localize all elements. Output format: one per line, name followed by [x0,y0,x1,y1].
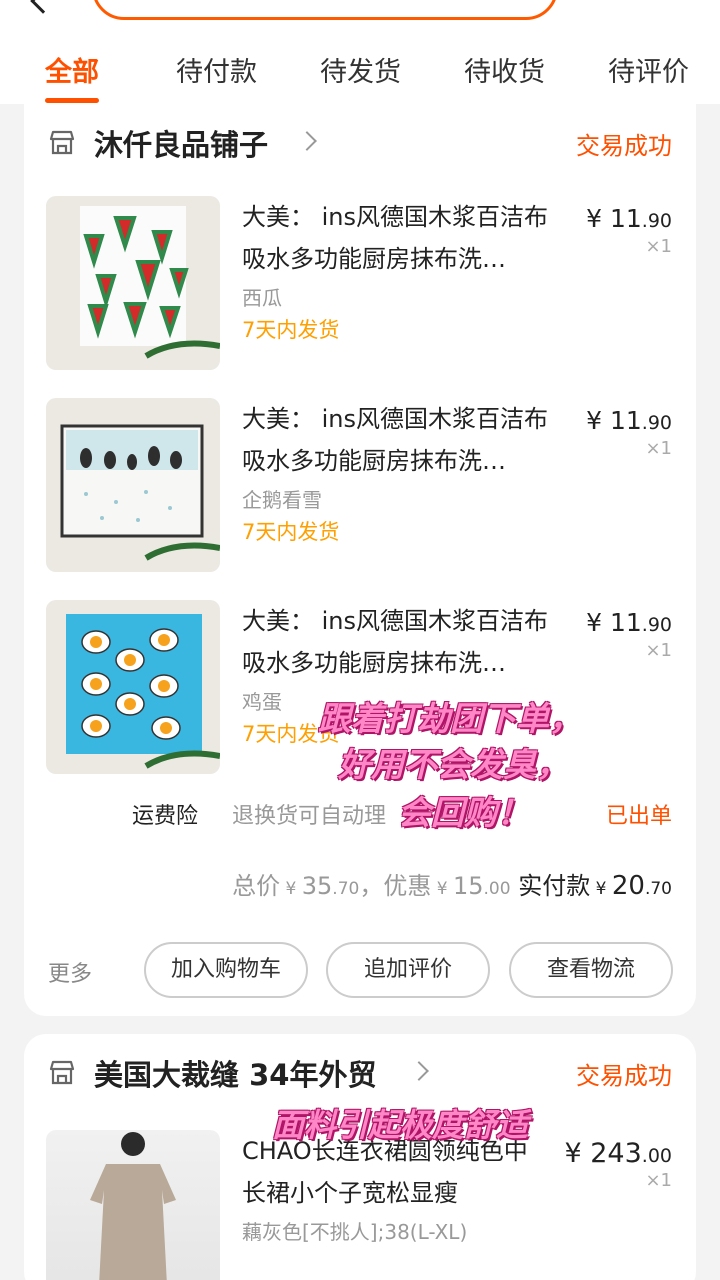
shop-name[interactable]: 美国大裁缝 34年外贸 [94,1052,376,1094]
product-image-dress[interactable] [46,1130,220,1280]
product-variant: 西瓜 [242,286,282,310]
active-tab-indicator [45,98,99,103]
tab-pending-shipment[interactable]: 待发货 [320,50,401,89]
product-price: ¥ 243.00 [564,1138,672,1169]
shop-icon [49,1060,75,1085]
search-input[interactable] [92,0,558,20]
product-variant: 藕灰色[不挑人];38(L-XL) [242,1220,468,1244]
tab-pending-receipt[interactable]: 待收货 [464,50,545,89]
product-image-watermelon[interactable] [46,196,220,370]
shipping-insurance-row[interactable]: 运费险 退换货可自动理 已出单 [24,794,696,834]
insurance-label: 运费险 [132,804,199,829]
order-card: 美国大裁缝 34年外贸 交易成功 CHAO长连衣裙圆领纯色中长裙小个子宽松显瘦 … [24,1034,696,1280]
product-quantity: ×1 [645,236,672,257]
product-image-penguins[interactable] [46,398,220,572]
shop-header[interactable]: 沐仟良品铺子 交易成功 [24,104,696,182]
product-price: ¥ 11.90 [586,406,672,435]
insurance-description: 退换货可自动理 [232,804,387,829]
product-price: ¥ 11.90 [586,608,672,637]
add-review-button[interactable]: 追加评价 [326,942,490,998]
view-logistics-button[interactable]: 查看物流 [509,942,673,998]
product-quantity: ×1 [645,1170,672,1191]
shipping-note: 7天内发货 [242,520,340,544]
tab-all[interactable]: 全部 [45,50,99,89]
product-title[interactable]: 大美： ins风德国木浆百洁布吸水多功能厨房抹布洗… [242,600,564,684]
order-card: 沐仟良品铺子 交易成功 大美： ins风德国木浆百洁布吸水多功能厨房抹布洗… 西… [24,104,696,1016]
tab-pending-review[interactable]: 待评价 [608,50,689,89]
order-item[interactable]: 大美： ins风德国木浆百洁布吸水多功能厨房抹布洗… 西瓜 7天内发货 ¥ 11… [24,196,696,372]
insurance-status: 已出单 [605,804,672,829]
order-status: 交易成功 [576,132,672,160]
order-status: 交易成功 [576,1062,672,1090]
order-total: 总价 ¥ 35.70，优惠 ¥ 15.00 实付款 ¥ 20.70 [232,871,672,901]
more-button[interactable]: 更多 [48,956,92,988]
overlay-caption: 面料引起极度舒适 [272,1106,529,1144]
tab-pending-payment[interactable]: 待付款 [176,50,257,89]
overlay-caption: 会回购！ [398,793,530,832]
shipping-note: 7天内发货 [242,318,340,342]
top-bar: 全部 待付款 待发货 待收货 待评价 [0,0,720,104]
product-variant: 鸡蛋 [242,690,282,714]
shop-name[interactable]: 沐仟良品铺子 [94,122,268,164]
order-item[interactable]: CHAO长连衣裙圆领纯色中长裙小个子宽松显瘦 藕灰色[不挑人];38(L-XL)… [24,1130,696,1280]
product-price: ¥ 11.90 [586,204,672,233]
chevron-right-icon [297,131,317,151]
product-variant: 企鹅看雪 [242,488,322,512]
order-tabs: 全部 待付款 待发货 待收货 待评价 [0,44,720,104]
product-quantity: ×1 [645,438,672,459]
product-image-eggs[interactable] [46,600,220,774]
product-title[interactable]: 大美： ins风德国木浆百洁布吸水多功能厨房抹布洗… [242,196,564,280]
product-title[interactable]: 大美： ins风德国木浆百洁布吸水多功能厨房抹布洗… [242,398,564,482]
order-actions: 更多 加入购物车 追加评价 查看物流 [24,942,696,1000]
overlay-caption: 好用不会发臭， [338,745,569,784]
overlay-caption: 跟着打劫团下单， [318,699,582,738]
product-quantity: ×1 [645,640,672,661]
order-item[interactable]: 大美： ins风德国木浆百洁布吸水多功能厨房抹布洗… 企鹅看雪 7天内发货 ¥ … [24,398,696,574]
chevron-right-icon [409,1061,429,1081]
shop-icon [49,130,75,155]
back-icon[interactable] [30,0,56,14]
add-to-cart-button[interactable]: 加入购物车 [144,942,308,998]
